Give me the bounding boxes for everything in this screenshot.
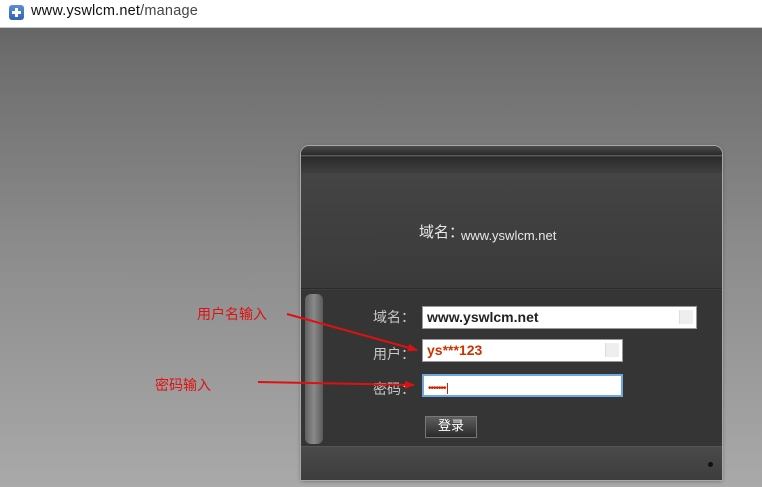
username-arrow-icon	[286, 313, 418, 352]
password-arrow-icon	[257, 380, 415, 389]
annotation-arrows	[257, 313, 418, 389]
